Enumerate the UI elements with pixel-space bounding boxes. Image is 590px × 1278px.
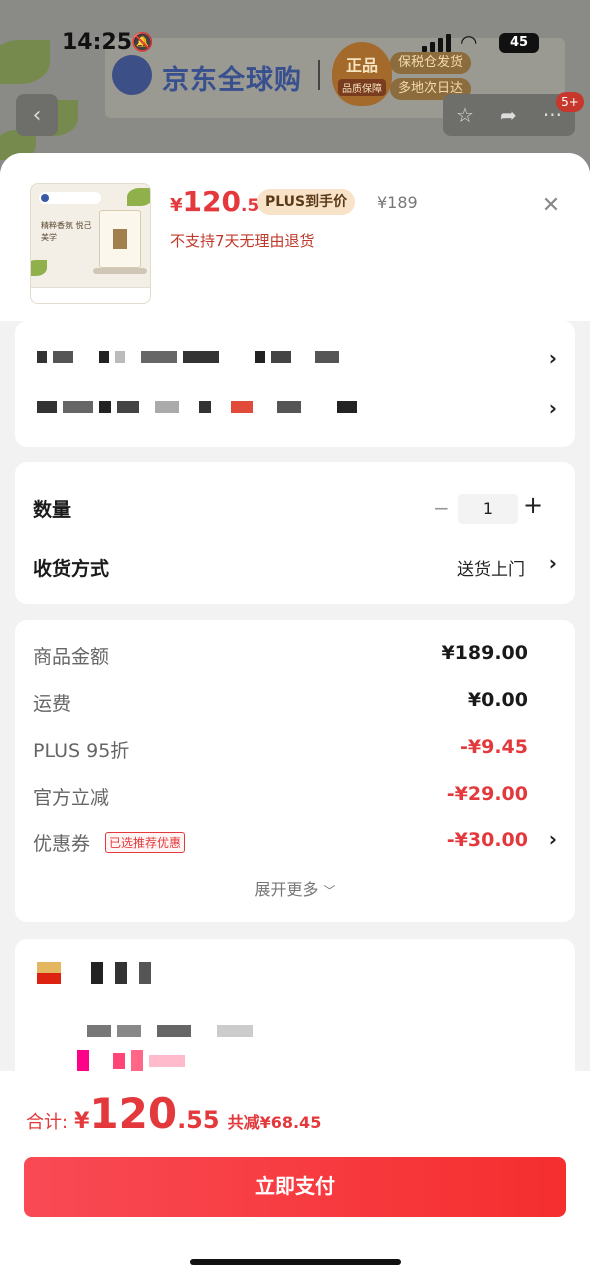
- total-row: 合计: ¥ 120 .55 共减¥68.45: [26, 1089, 321, 1138]
- price-row-label: 官方立减: [33, 787, 110, 809]
- jd-logo-icon: [41, 194, 49, 202]
- close-button[interactable]: ✕: [537, 192, 565, 220]
- status-time: 14:25: [62, 30, 133, 55]
- price-row-official-discount: 官方立减 -¥29.00: [33, 781, 528, 811]
- obscured-content: [77, 1050, 191, 1072]
- return-policy: 不支持7天无理由退货: [170, 232, 315, 250]
- price-row-value: ¥189.00: [441, 642, 528, 664]
- back-button[interactable]: ‹: [16, 94, 58, 136]
- price-row-coupon[interactable]: 优惠券 已选推荐优惠 -¥30.00: [33, 827, 528, 857]
- price-row-label: 商品金额: [33, 646, 110, 668]
- chevron-left-icon: ‹: [32, 102, 42, 128]
- signal-icon: [422, 34, 451, 52]
- price-integer: 120: [182, 185, 241, 218]
- thumb-slogan: 精粹香氛 悦己美学: [41, 221, 92, 242]
- total-integer: 120: [89, 1089, 178, 1138]
- quantity-decrease-button[interactable]: −: [433, 496, 450, 520]
- plus-price-tag: PLUS到手价: [257, 189, 356, 215]
- bell-muted-icon: 🔕: [131, 32, 154, 53]
- divider: [318, 60, 320, 90]
- price-row-freight: 运费 ¥0.00: [33, 687, 528, 717]
- expand-more-label: 展开更多: [254, 880, 319, 899]
- address-line-obscured: [37, 399, 363, 415]
- checkout-footer: 合计: ¥ 120 .55 共减¥68.45 立即支付: [0, 1071, 590, 1278]
- brand-logo-text: 京东全球购: [162, 65, 302, 96]
- chevron-right-icon[interactable]: ›: [549, 827, 557, 851]
- total-label: 合计:: [26, 1112, 69, 1133]
- original-price: ¥189: [377, 193, 418, 212]
- message-badge: 5+: [556, 92, 584, 112]
- price-row-value: -¥29.00: [446, 783, 528, 805]
- chevron-right-icon: ›: [548, 396, 557, 420]
- expand-more-button[interactable]: 展开更多 ﹀: [15, 876, 575, 900]
- star-icon[interactable]: ☆: [456, 103, 474, 127]
- chevron-down-icon: ﹀: [323, 884, 336, 898]
- coupon-badge: 已选推荐优惠: [105, 832, 186, 853]
- price-row-plus-discount: PLUS 95折 -¥9.45: [33, 734, 528, 764]
- price-row-label: PLUS 95折: [33, 740, 130, 762]
- shipping-method-label: 收货方式: [33, 558, 110, 580]
- battery-icon: 45: [499, 33, 539, 53]
- candle-image: [99, 210, 141, 268]
- checkout-sheet: 精粹香氛 悦己美学 ¥ 120 .55 PLUS到手价 ¥189 不支持7天无理…: [0, 153, 590, 1278]
- price-symbol: ¥: [170, 195, 183, 216]
- home-indicator: [190, 1259, 401, 1265]
- obscured-content: [37, 962, 157, 984]
- quantity-input[interactable]: 1: [458, 494, 518, 524]
- price-detail-card: 商品金额 ¥189.00 运费 ¥0.00 PLUS 95折 -¥9.45 官方…: [15, 620, 575, 922]
- pay-now-button[interactable]: 立即支付: [24, 1157, 566, 1217]
- candle-base: [93, 268, 147, 274]
- address-card[interactable]: › ›: [15, 321, 575, 447]
- wifi-icon: ◠: [460, 30, 478, 54]
- total-symbol: ¥: [74, 1109, 90, 1134]
- quantity-shipping-card: 数量 − 1 + 收货方式 送货上门 ›: [15, 462, 575, 604]
- shipping-method-value[interactable]: 送货上门: [457, 555, 525, 580]
- chevron-right-icon: ›: [548, 346, 557, 370]
- leaf-decoration: [127, 188, 150, 206]
- thumb-footer: [31, 287, 150, 303]
- price-row-value: ¥0.00: [467, 689, 528, 711]
- quantity-label: 数量: [33, 499, 72, 521]
- status-bar: 14:25 🔕 ◠ 45: [0, 28, 590, 62]
- price-row-goods: 商品金额 ¥189.00: [33, 640, 528, 670]
- address-line-obscured: [37, 349, 345, 365]
- total-discount: 共减¥68.45: [227, 1113, 322, 1132]
- price-row-label: 运费: [33, 693, 72, 715]
- total-decimal: .55: [177, 1106, 220, 1134]
- close-icon: ✕: [541, 193, 561, 218]
- chevron-right-icon[interactable]: ›: [549, 551, 557, 575]
- seal-subtext: 品质保障: [338, 79, 386, 96]
- product-price: ¥ 120 .55: [170, 185, 271, 218]
- price-row-label: 优惠券: [33, 833, 91, 855]
- product-thumbnail: 精粹香氛 悦己美学: [30, 183, 151, 304]
- price-row-value: -¥9.45: [460, 736, 528, 758]
- price-row-value: -¥30.00: [446, 829, 528, 851]
- quantity-increase-button[interactable]: +: [523, 491, 543, 519]
- product-header: 精粹香氛 悦己美学 ¥ 120 .55 PLUS到手价 ¥189 不支持7天无理…: [0, 153, 590, 321]
- obscured-content: [87, 1023, 259, 1039]
- leaf-decoration: [31, 260, 47, 276]
- share-icon[interactable]: ➦: [500, 103, 517, 127]
